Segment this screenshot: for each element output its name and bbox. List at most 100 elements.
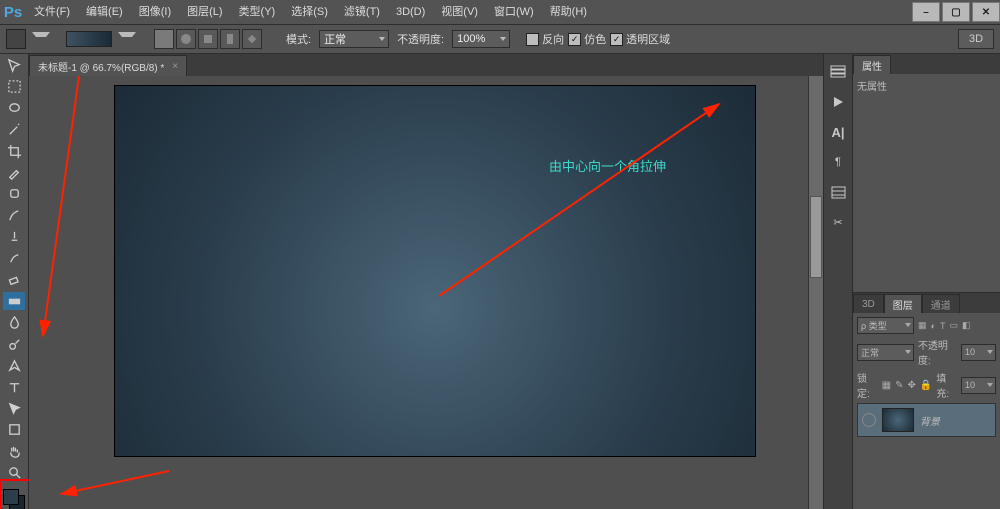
healing-tool[interactable] [3, 185, 25, 203]
transparency-label: 透明区域 [626, 31, 670, 47]
gradient-linear-button[interactable] [154, 29, 174, 49]
menu-select[interactable]: 选择(S) [283, 0, 336, 24]
brush-tool[interactable] [3, 206, 25, 224]
close-tab-icon[interactable]: × [172, 61, 178, 72]
canvas-area[interactable]: 由中心向一个角拉伸 [29, 76, 823, 509]
3d-tab[interactable]: 3D [853, 294, 884, 313]
gradient-angle-button[interactable] [198, 29, 218, 49]
filter-type-icon[interactable]: T [940, 321, 946, 331]
dodge-tool[interactable] [3, 335, 25, 353]
reverse-checkbox[interactable]: 反向 [526, 31, 564, 47]
lasso-tool[interactable] [3, 99, 25, 117]
menu-filter[interactable]: 滤镜(T) [336, 0, 388, 24]
app-logo: Ps [0, 0, 26, 24]
layer-row-background[interactable]: 背景 [857, 403, 996, 437]
menu-type[interactable]: 类型(Y) [231, 0, 284, 24]
dock-swatches-icon[interactable] [829, 184, 847, 200]
gradient-tool[interactable] [3, 292, 25, 310]
workspace: 未标题-1 @ 66.7%(RGB/8) * × 由中心向一个角拉伸 [29, 54, 823, 509]
dock-tools-icon[interactable]: ✂ [829, 214, 847, 230]
close-button[interactable]: ✕ [972, 2, 1000, 22]
eyedropper-tool[interactable] [3, 163, 25, 181]
menu-edit[interactable]: 编辑(E) [78, 0, 131, 24]
lock-label: 锁定: [857, 370, 878, 400]
menu-3d[interactable]: 3D(D) [388, 0, 433, 24]
menu-bar: Ps 文件(F) 编辑(E) 图像(I) 图层(L) 类型(Y) 选择(S) 滤… [0, 0, 1000, 25]
path-select-tool[interactable] [3, 399, 25, 417]
blend-mode-combo[interactable]: 正常 [857, 344, 914, 361]
gradient-dropdown-icon[interactable] [118, 32, 136, 47]
3d-mode-button[interactable]: 3D [958, 29, 994, 49]
blur-tool[interactable] [3, 313, 25, 331]
menu-window[interactable]: 窗口(W) [486, 0, 542, 24]
layer-name[interactable]: 背景 [920, 413, 940, 428]
menu-help[interactable]: 帮助(H) [542, 0, 595, 24]
gradient-radial-button[interactable] [176, 29, 196, 49]
visibility-toggle-icon[interactable] [862, 413, 876, 427]
opacity-combo[interactable]: 100% [452, 30, 510, 48]
dock-play-icon[interactable] [829, 94, 847, 110]
panel-dock: 属性 无属性 3D 图层 通道 ρ 类型 ▦ ◐ T ▭ ◧ [853, 54, 1000, 509]
mode-combo[interactable]: 正常 [319, 30, 389, 48]
tool-preset-picker[interactable] [6, 29, 26, 49]
channels-tab[interactable]: 通道 [922, 294, 960, 313]
filter-adjust-icon[interactable]: ◐ [931, 321, 936, 331]
dock-character-icon[interactable]: A| [829, 124, 847, 140]
menu-image[interactable]: 图像(I) [131, 0, 179, 24]
hand-tool[interactable] [3, 442, 25, 460]
annotation-highlight [0, 479, 31, 509]
gradient-reflected-button[interactable] [220, 29, 240, 49]
gradient-diamond-button[interactable] [242, 29, 262, 49]
menu-file[interactable]: 文件(F) [26, 0, 78, 24]
dither-checkbox[interactable]: ✓仿色 [568, 31, 606, 47]
canvas[interactable] [115, 86, 755, 456]
type-tool[interactable] [3, 378, 25, 396]
lock-pixels-icon[interactable]: ✎ [895, 380, 903, 391]
minimize-button[interactable]: – [912, 2, 940, 22]
properties-body: 无属性 [853, 74, 1000, 292]
lock-transparency-icon[interactable]: ▦ [882, 380, 891, 391]
eraser-tool[interactable] [3, 271, 25, 289]
layers-tab[interactable]: 图层 [884, 294, 922, 313]
lock-all-icon[interactable]: 🔒 [920, 380, 932, 391]
reverse-label: 反向 [542, 31, 564, 47]
tool-preset-dropdown-icon[interactable] [32, 32, 50, 47]
properties-tab[interactable]: 属性 [853, 55, 891, 74]
filter-shape-icon[interactable]: ▭ [949, 320, 958, 331]
menu-view[interactable]: 视图(V) [433, 0, 486, 24]
wand-tool[interactable] [3, 120, 25, 138]
scrollbar-thumb[interactable] [810, 196, 822, 278]
history-brush-tool[interactable] [3, 249, 25, 267]
layer-opacity-label: 不透明度: [918, 337, 957, 367]
marquee-tool[interactable] [3, 77, 25, 95]
dock-history-icon[interactable] [829, 64, 847, 80]
pen-tool[interactable] [3, 356, 25, 374]
filter-smart-icon[interactable]: ◧ [962, 320, 971, 331]
layers-body: ρ 类型 ▦ ◐ T ▭ ◧ 正常 不透明度: 10 锁定: ▦ ✎ ✥ [853, 313, 1000, 509]
dither-label: 仿色 [584, 31, 606, 47]
menu-layer[interactable]: 图层(L) [179, 0, 230, 24]
lock-position-icon[interactable]: ✥ [908, 380, 916, 391]
properties-panel: 属性 无属性 [853, 54, 1000, 293]
crop-tool[interactable] [3, 142, 25, 160]
layer-filter-kind[interactable]: ρ 类型 [857, 317, 914, 334]
gradient-preview[interactable] [66, 31, 112, 47]
move-tool[interactable] [3, 56, 25, 74]
filter-pixel-icon[interactable]: ▦ [918, 320, 927, 331]
main-area: 未标题-1 @ 66.7%(RGB/8) * × 由中心向一个角拉伸 A| ¶ … [0, 54, 1000, 509]
stamp-tool[interactable] [3, 228, 25, 246]
layer-thumbnail[interactable] [882, 408, 914, 432]
shape-tool[interactable] [3, 421, 25, 439]
dock-paragraph-icon[interactable]: ¶ [829, 154, 847, 170]
document-tab[interactable]: 未标题-1 @ 66.7%(RGB/8) * × [29, 55, 187, 76]
opacity-label: 不透明度: [397, 31, 444, 47]
fill-combo[interactable]: 10 [961, 377, 996, 394]
color-swatches[interactable] [3, 485, 25, 509]
maximize-button[interactable]: ▢ [942, 2, 970, 22]
transparency-checkbox[interactable]: ✓透明区域 [610, 31, 670, 47]
window-controls: – ▢ ✕ [910, 2, 1000, 22]
collapsed-panel-dock: A| ¶ ✂ [823, 54, 853, 509]
layer-opacity-combo[interactable]: 10 [961, 344, 996, 361]
document-tab-bar: 未标题-1 @ 66.7%(RGB/8) * × [29, 54, 823, 76]
vertical-scrollbar[interactable] [808, 76, 823, 509]
